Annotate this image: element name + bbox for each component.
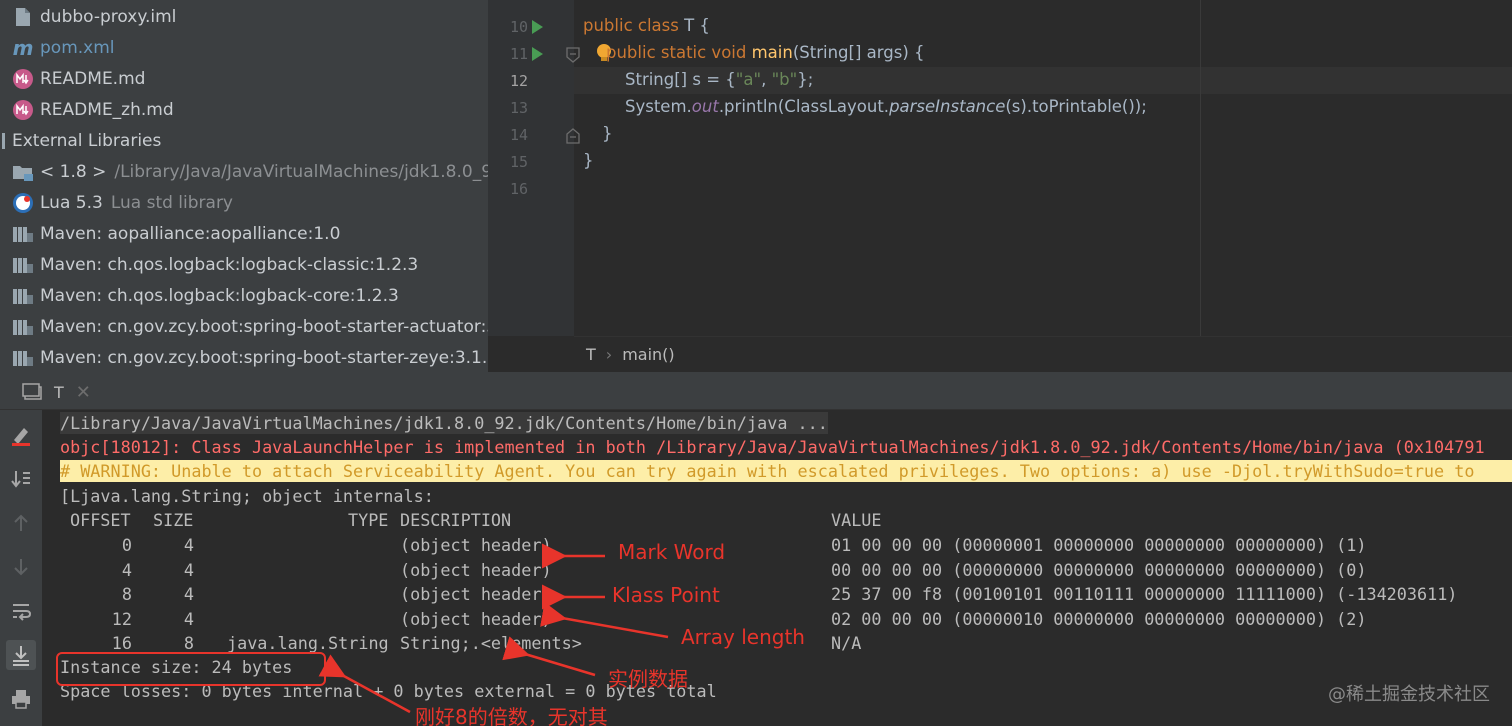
instance-data-annotation: 实例数据 [608, 667, 688, 691]
klass-point-annotation: Klass Point [612, 583, 720, 607]
watermark: @稀土掘金技术社区 [1328, 684, 1490, 705]
array-length-annotation: Array length [681, 625, 805, 649]
mark-word-annotation: Mark Word [618, 540, 726, 564]
annotation-arrows [318, 543, 669, 714]
aligned-annotation: 刚好8的倍数，无对其 [415, 705, 608, 726]
